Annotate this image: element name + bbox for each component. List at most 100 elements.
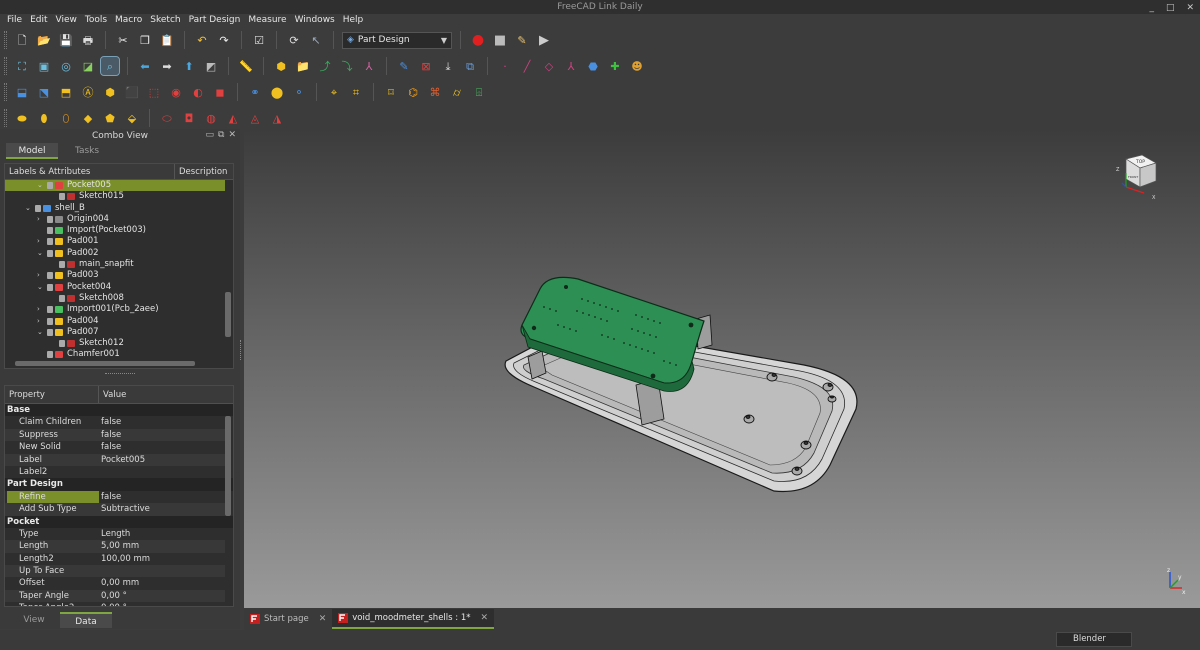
undo-icon[interactable]: ↶ <box>193 31 211 49</box>
subtractive-loft-icon[interactable]: ◼ <box>211 83 229 101</box>
property-row[interactable]: Offset 0,00 mm <box>5 577 225 589</box>
pocket-icon[interactable]: ⬚ <box>145 83 163 101</box>
property-value[interactable]: 0,00 ° <box>101 602 127 606</box>
clone-body-icon[interactable]: ☻ <box>628 57 646 75</box>
visibility-icon[interactable] <box>47 272 53 280</box>
subtractive-box-icon[interactable]: ⬭ <box>158 109 176 127</box>
new-icon[interactable]: 🗋 <box>13 31 31 49</box>
property-value[interactable]: false <box>101 429 121 441</box>
fit-all-icon[interactable]: ⛶ <box>13 57 31 75</box>
property-row[interactable]: Type Length <box>5 528 225 540</box>
property-row[interactable]: Claim Children false <box>5 416 225 428</box>
export-icon[interactable]: ⤓ <box>439 57 457 75</box>
property-value[interactable]: Pocket005 <box>101 454 145 466</box>
tree-item[interactable]: Import(Pocket003) <box>5 225 233 236</box>
chevron-right-icon[interactable]: › <box>37 236 40 247</box>
visibility-icon[interactable] <box>47 215 53 223</box>
visibility-icon[interactable] <box>47 283 53 291</box>
float-icon[interactable]: ⧉ <box>218 130 224 140</box>
property-row[interactable]: Suppress false <box>5 428 225 442</box>
property-value[interactable]: false <box>101 491 121 503</box>
run-macro-icon[interactable]: ▶ <box>535 31 553 49</box>
subtractive-cone-icon[interactable]: ◭ <box>224 109 242 127</box>
tree-item[interactable]: ⌄ Pocket005 <box>5 180 225 192</box>
menu-macro[interactable]: Macro <box>111 14 146 27</box>
tab-tasks[interactable]: Tasks <box>58 143 116 159</box>
additive-loft-icon[interactable]: ⬒ <box>57 83 75 101</box>
menu-measure[interactable]: Measure <box>244 14 290 27</box>
property-row[interactable]: New Solid false <box>5 441 225 453</box>
chevron-down-icon[interactable]: ⌄ <box>37 282 43 293</box>
visibility-icon[interactable] <box>59 261 65 269</box>
additive-cone-icon[interactable]: ⬯ <box>57 109 75 127</box>
property-value[interactable]: Length <box>101 528 130 540</box>
property-row[interactable]: Up To Face <box>5 565 225 578</box>
visibility-icon[interactable] <box>47 182 53 189</box>
tree-item[interactable]: Chamfer001 <box>5 349 233 360</box>
datum-point-icon[interactable]: · <box>496 57 514 75</box>
property-group[interactable]: Part Design <box>5 478 233 491</box>
tree-item[interactable]: Sketch008 <box>5 293 233 304</box>
visibility-icon[interactable] <box>47 249 53 257</box>
property-value[interactable]: false <box>101 441 121 453</box>
property-value[interactable]: 0,00 ° <box>101 590 127 602</box>
menu-part-design[interactable]: Part Design <box>185 14 245 27</box>
tree-item[interactable]: Sketch012 <box>5 338 233 349</box>
property-row[interactable]: Taper Angle20,00 ° <box>5 602 225 606</box>
menu-help[interactable]: Help <box>339 14 368 27</box>
tree-item[interactable]: ⌄ Pocket004 <box>5 282 233 293</box>
toolbar-grip[interactable] <box>4 31 7 49</box>
navigation-style-button[interactable]: Blender <box>1056 632 1132 647</box>
tree-item[interactable]: › Import001(Pcb_2aee) <box>5 304 233 315</box>
clone-icon[interactable]: ⧉ <box>461 57 479 75</box>
labels-column-header[interactable]: Labels & Attributes <box>5 164 175 179</box>
copy-icon[interactable]: ❐ <box>136 31 154 49</box>
property-row[interactable]: Label Pocket005 <box>5 453 225 466</box>
menu-file[interactable]: File <box>3 14 26 27</box>
create-group-icon[interactable]: 📁 <box>294 57 312 75</box>
link-import-icon[interactable]: ⅄ <box>360 57 378 75</box>
toolbar-grip[interactable] <box>4 83 7 101</box>
property-value[interactable]: Subtractive <box>101 503 150 515</box>
link-relative-icon[interactable]: ⤵ <box>338 57 356 75</box>
property-value[interactable]: 0,00 mm <box>101 577 139 589</box>
additive-cylinder-icon[interactable]: ⬬ <box>13 109 31 127</box>
maximize-button[interactable]: □ <box>1166 1 1175 13</box>
draw-style-icon[interactable]: ◎ <box>57 57 75 75</box>
visibility-icon[interactable] <box>47 328 53 336</box>
tab-data[interactable]: Data <box>60 612 112 628</box>
3d-viewport[interactable]: TOP FRONT Z X z y x <box>244 129 1200 608</box>
sketch-icon[interactable]: ✎ <box>395 57 413 75</box>
subtractive-torus-icon[interactable]: ◬ <box>246 109 264 127</box>
pad-icon[interactable]: ⬓ <box>13 83 31 101</box>
thickness-icon[interactable]: ⌘ <box>426 83 444 101</box>
tab-model[interactable]: Model <box>6 143 58 159</box>
chevron-down-icon[interactable]: ⌄ <box>37 248 43 259</box>
linear-pattern-icon[interactable]: ⬤ <box>268 83 286 101</box>
hole-icon[interactable]: ◉ <box>167 83 185 101</box>
tree-item[interactable]: ⌄ Pad002 <box>5 248 233 259</box>
datum-plane-icon[interactable]: ◇ <box>540 57 558 75</box>
property-row[interactable]: Length2 100,00 mm <box>5 553 225 565</box>
view-left-icon[interactable]: ⬅ <box>136 57 154 75</box>
tab-void-moodmeter-shells[interactable]: void_moodmeter_shells : 1* ✕ <box>332 609 495 629</box>
property-row[interactable]: Add Sub Type Subtractive <box>5 503 225 516</box>
menu-view[interactable]: View <box>52 14 81 27</box>
property-row[interactable]: Label2 <box>5 466 225 478</box>
additive-prism-icon[interactable]: ⬟ <box>101 109 119 127</box>
subshape-binder-icon[interactable]: ✚ <box>606 57 624 75</box>
open-icon[interactable]: 📂 <box>35 31 53 49</box>
chevron-down-icon[interactable]: ⌄ <box>37 327 43 338</box>
navigation-cube[interactable]: TOP FRONT Z X <box>1112 153 1160 205</box>
stop-macro-icon[interactable]: ■ <box>491 31 509 49</box>
mirrored-icon[interactable]: ⚭ <box>246 83 264 101</box>
restore-icon[interactable]: ▭ <box>206 130 215 140</box>
close-icon[interactable]: ✕ <box>228 130 236 140</box>
tree-item[interactable]: main_snapfit <box>5 259 233 270</box>
property-row[interactable]: Length 5,00 mm <box>5 540 225 553</box>
chevron-down-icon[interactable]: ⌄ <box>37 180 43 191</box>
visibility-icon[interactable] <box>59 340 65 348</box>
toolbar-grip[interactable] <box>4 109 7 127</box>
whats-this-icon[interactable]: ↖ <box>307 31 325 49</box>
view-right-icon[interactable]: ➡ <box>158 57 176 75</box>
